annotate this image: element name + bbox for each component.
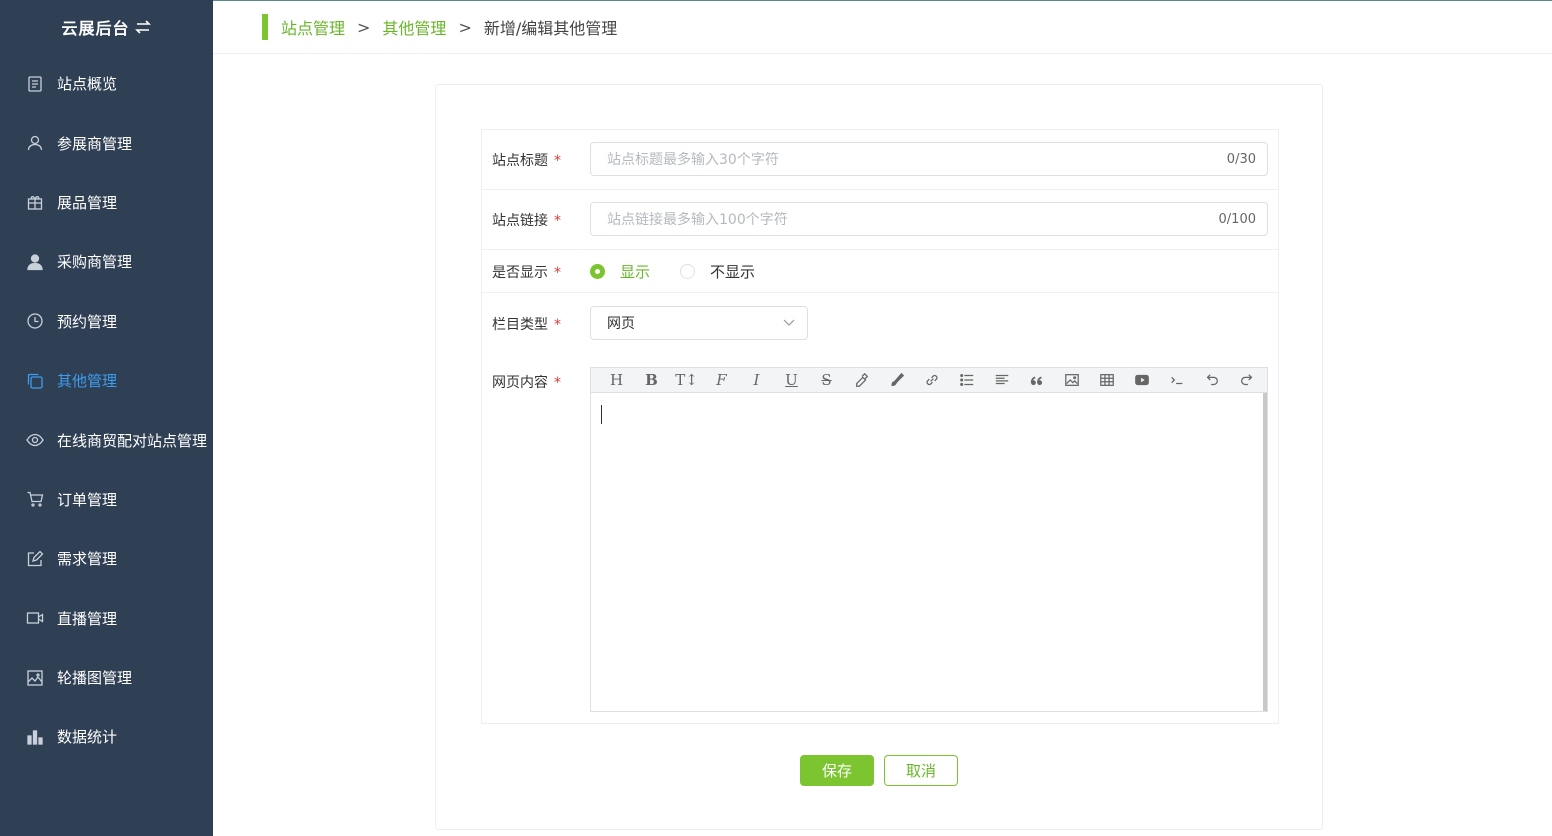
title-counter: 0/30 xyxy=(1226,151,1256,167)
heading-icon[interactable]: H xyxy=(599,368,634,393)
row-title: 站点标题 * 站点标题最多输入30个字符 0/30 xyxy=(482,130,1278,190)
bold-icon[interactable]: B xyxy=(634,368,669,393)
sidebar-item[interactable]: 直播管理 xyxy=(0,589,213,648)
clock-icon xyxy=(26,312,44,330)
unordered-list-icon[interactable] xyxy=(949,368,984,393)
breadcrumb-separator: > xyxy=(458,17,472,37)
link-icon[interactable] xyxy=(914,368,949,393)
cancel-button[interactable]: 取消 xyxy=(884,755,958,786)
breadcrumb-item-current: 新增/编辑其他管理 xyxy=(483,19,618,38)
radio-show-dot[interactable] xyxy=(590,264,605,279)
breadcrumb-item-other[interactable]: 其他管理 xyxy=(382,15,446,39)
row-column-type: 栏目类型 * 网页 xyxy=(482,293,1278,353)
form: 站点标题 * 站点标题最多输入30个字符 0/30 站点链接 * 站点链接最多输入1… xyxy=(481,129,1279,724)
highlighter-icon[interactable] xyxy=(844,368,879,393)
user-icon xyxy=(26,134,44,152)
sidebar-item[interactable]: 采购商管理 xyxy=(0,232,213,291)
radio-hide-dot[interactable] xyxy=(680,264,695,279)
sidebar-item-label: 在线商贸配对站点管理 xyxy=(57,431,208,450)
sidebar-item-label: 需求管理 xyxy=(57,550,118,569)
header-accent-bar xyxy=(262,14,268,40)
radio-hide[interactable]: 不显示 xyxy=(680,261,755,282)
row-link: 站点链接 * 站点链接最多输入100个字符 0/100 xyxy=(482,190,1278,250)
sidebar-item[interactable]: 参展商管理 xyxy=(0,113,213,172)
sidebar-item-label: 预约管理 xyxy=(57,312,118,331)
header: 站点管理 > 其他管理 > 新增/编辑其他管理 xyxy=(213,0,1552,54)
link-placeholder: 站点链接最多输入100个字符 xyxy=(607,212,788,228)
radio-show-label: 显示 xyxy=(620,263,651,281)
document-icon xyxy=(26,75,44,93)
image-icon xyxy=(26,669,44,687)
strikethrough-icon[interactable]: S xyxy=(809,368,844,393)
swap-icon[interactable] xyxy=(134,20,152,34)
sidebar: 云展后台 站点概览参展商管理展品管理采购商管理预约管理其他管理在线商贸配对站点管… xyxy=(0,0,213,836)
edit-icon xyxy=(26,550,44,568)
sidebar-item[interactable]: 站点概览 xyxy=(0,54,213,113)
sidebar-item[interactable]: 数据统计 xyxy=(0,707,213,766)
link-input[interactable]: 站点链接最多输入100个字符 0/100 xyxy=(590,202,1268,236)
radio-hide-label: 不显示 xyxy=(710,263,756,281)
content-label: 网页内容 * xyxy=(492,375,561,391)
redo-icon[interactable] xyxy=(1229,368,1264,393)
link-counter: 0/100 xyxy=(1218,211,1256,227)
italic-icon[interactable]: I xyxy=(739,368,774,393)
brand-title: 云展后台 xyxy=(61,19,130,38)
table-icon[interactable] xyxy=(1089,368,1124,393)
gift-icon xyxy=(26,193,44,211)
sidebar-item[interactable]: 展品管理 xyxy=(0,173,213,232)
sidebar-item[interactable]: 预约管理 xyxy=(0,292,213,351)
title-placeholder: 站点标题最多输入30个字符 xyxy=(607,152,779,168)
image-icon[interactable] xyxy=(1054,368,1089,393)
save-button[interactable]: 保存 xyxy=(800,755,874,786)
align-left-icon[interactable] xyxy=(984,368,1019,393)
sidebar-item-label: 展品管理 xyxy=(57,193,118,212)
column-type-select[interactable]: 网页 xyxy=(590,306,808,340)
form-card: 站点标题 * 站点标题最多输入30个字符 0/30 站点链接 * 站点链接最多输入1… xyxy=(435,84,1323,830)
brush-icon[interactable] xyxy=(879,368,914,393)
sidebar-item-label: 其他管理 xyxy=(57,372,118,391)
code-icon[interactable] xyxy=(1159,368,1194,393)
underline-icon[interactable]: U xyxy=(774,368,809,393)
sidebar-item[interactable]: 轮播图管理 xyxy=(0,648,213,707)
display-label: 是否显示 * xyxy=(492,265,561,281)
sidebar-item-label: 采购商管理 xyxy=(57,253,133,272)
row-display: 是否显示 * 显示 不显示 xyxy=(482,250,1278,293)
column-type-value: 网页 xyxy=(607,316,635,332)
sidebar-item[interactable]: 在线商贸配对站点管理 xyxy=(0,410,213,469)
breadcrumb-item-sites[interactable]: 站点管理 xyxy=(281,15,345,39)
text-size-icon[interactable]: T↕ xyxy=(669,368,704,393)
brand: 云展后台 xyxy=(0,0,213,54)
sidebar-item-label: 直播管理 xyxy=(57,609,118,628)
text-caret xyxy=(601,405,602,424)
sidebar-item-label: 轮播图管理 xyxy=(57,669,133,688)
sidebar-item-label: 站点概览 xyxy=(57,75,118,94)
cart-icon xyxy=(26,490,44,508)
title-input[interactable]: 站点标题最多输入30个字符 0/30 xyxy=(590,142,1268,176)
title-label: 站点标题 * xyxy=(492,153,561,169)
blockquote-icon[interactable] xyxy=(1019,368,1054,393)
sidebar-item-label: 数据统计 xyxy=(57,728,118,747)
font-icon[interactable]: F xyxy=(704,368,739,393)
copy-icon xyxy=(26,372,44,390)
radio-show[interactable]: 显示 xyxy=(590,261,650,282)
undo-icon[interactable] xyxy=(1194,368,1229,393)
sidebar-item[interactable]: 需求管理 xyxy=(0,529,213,588)
sidebar-item-label: 参展商管理 xyxy=(57,134,133,153)
link-label: 站点链接 * xyxy=(492,213,561,229)
sidebar-item[interactable]: 订单管理 xyxy=(0,470,213,529)
video-icon[interactable] xyxy=(1124,368,1159,393)
bar-chart-icon xyxy=(26,728,44,746)
eye-icon xyxy=(26,431,44,449)
breadcrumb-separator: > xyxy=(357,17,371,37)
sidebar-item[interactable]: 其他管理 xyxy=(0,351,213,410)
editor-toolbar: H B T↕ F I U S xyxy=(591,368,1267,393)
user-filled-icon xyxy=(26,253,44,271)
video-icon xyxy=(26,609,44,627)
sidebar-item-label: 订单管理 xyxy=(57,490,118,509)
editor-content[interactable] xyxy=(591,393,1263,711)
editor-scrollbar[interactable] xyxy=(1263,393,1267,711)
column-type-label: 栏目类型 * xyxy=(492,317,561,333)
rich-text-editor: H B T↕ F I U S xyxy=(590,367,1268,712)
chevron-down-icon xyxy=(783,315,795,331)
